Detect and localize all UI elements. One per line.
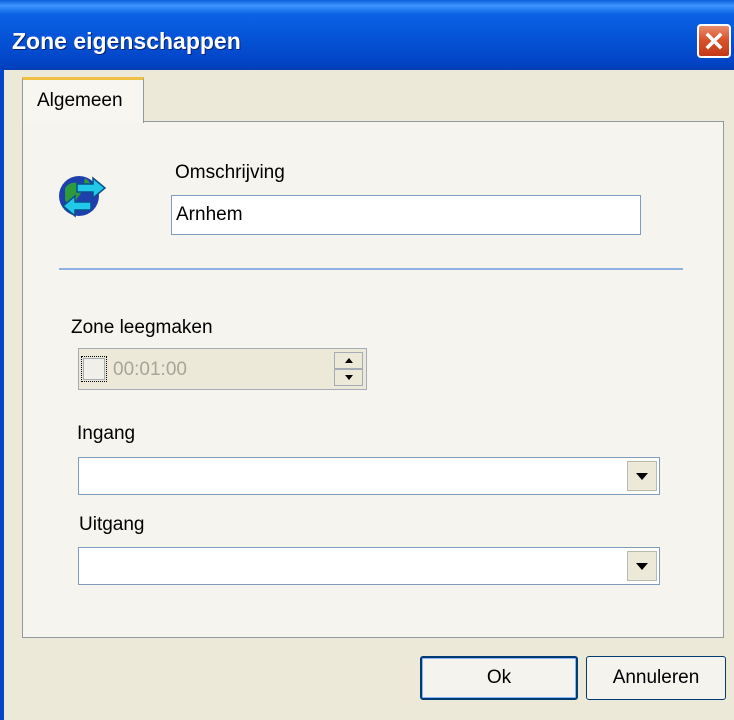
chevron-down-icon xyxy=(636,472,648,480)
clear-zone-checkbox[interactable] xyxy=(81,356,107,382)
exit-label: Uitgang xyxy=(79,514,145,535)
clear-zone-time-value: 00:01:00 xyxy=(113,359,187,380)
spin-down-button[interactable] xyxy=(334,369,363,386)
chevron-down-icon xyxy=(636,562,648,570)
spin-up-button[interactable] xyxy=(334,352,363,369)
entrance-label: Ingang xyxy=(77,423,136,444)
clear-zone-label: Zone leegmaken xyxy=(71,317,213,338)
separator-line xyxy=(59,268,683,270)
description-label: Omschrijving xyxy=(175,162,285,183)
tab-panel-general: Omschrijving Arnhem Zone leegmaken 00:01… xyxy=(22,121,724,638)
dialog-window: Zone eigenschappen Algemeen Omschrijving… xyxy=(0,0,734,720)
ok-button[interactable]: Ok xyxy=(420,656,578,700)
close-icon xyxy=(705,32,723,50)
time-spinner[interactable] xyxy=(334,352,363,386)
title-bar[interactable]: Zone eigenschappen xyxy=(0,0,734,70)
spin-up-icon xyxy=(344,358,353,363)
tab-label: Algemeen xyxy=(37,90,123,111)
clear-zone-time-picker[interactable]: 00:01:00 xyxy=(78,348,367,390)
tab-algemeen[interactable]: Algemeen xyxy=(22,77,144,123)
exit-dropdown-button[interactable] xyxy=(627,551,657,581)
window-title: Zone eigenschappen xyxy=(12,28,241,54)
spin-down-icon xyxy=(344,375,353,380)
window-frame-left xyxy=(0,70,4,720)
entrance-dropdown-button[interactable] xyxy=(627,461,657,491)
exit-select[interactable] xyxy=(78,547,660,585)
cancel-button[interactable]: Annuleren xyxy=(586,656,726,700)
entrance-select[interactable] xyxy=(78,457,660,495)
close-button[interactable] xyxy=(697,24,731,58)
description-field[interactable]: Arnhem xyxy=(171,195,641,235)
description-value: Arnhem xyxy=(176,204,243,225)
globe-arrows-icon xyxy=(59,176,107,218)
